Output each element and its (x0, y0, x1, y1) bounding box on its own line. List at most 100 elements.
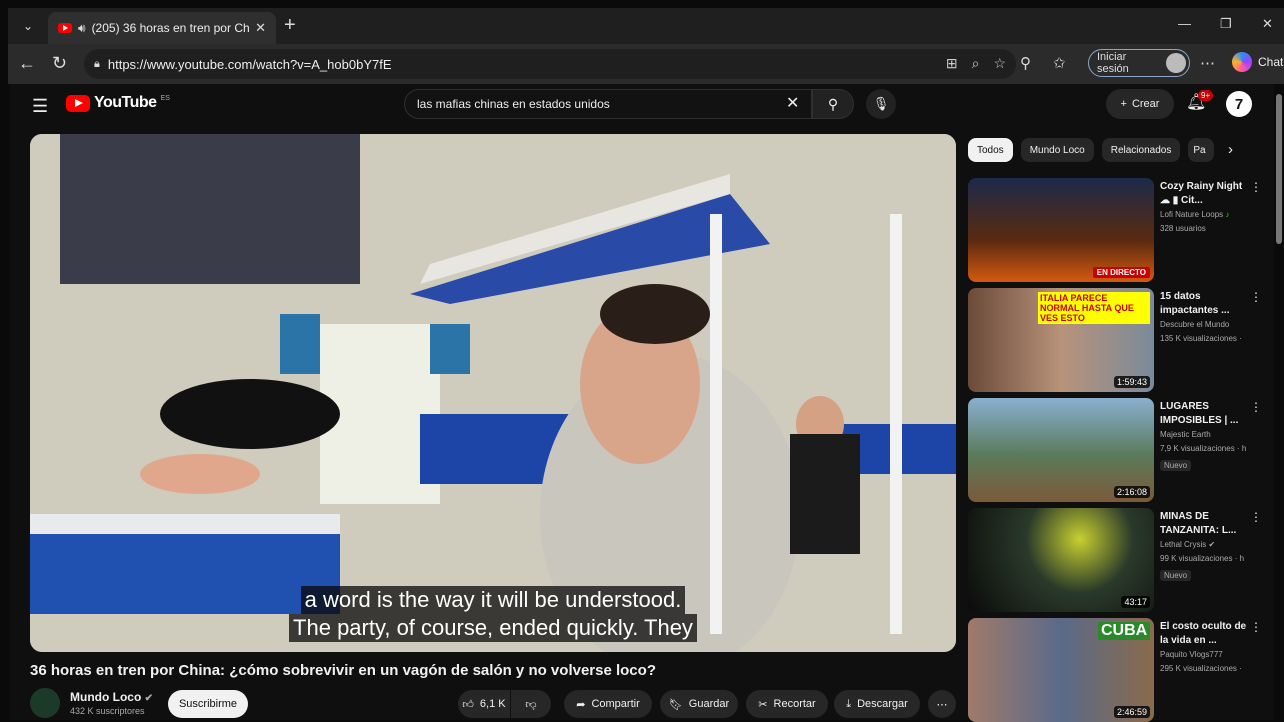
recommendation-title: 15 datos impactantes ... (1160, 291, 1230, 316)
recommendation-meta: 135 K visualizaciones · (1160, 334, 1242, 343)
chip-pa[interactable]: Pa (1188, 138, 1215, 162)
address-toolbar: ← ↻ 🔒︎ https://www.youtube.com/watch?v=A… (8, 44, 1284, 84)
chat-label: Chat (1258, 55, 1284, 69)
favorite-star-icon[interactable]: ☆ (993, 55, 1006, 72)
refresh-icon[interactable]: ↻ (52, 52, 67, 74)
back-icon[interactable]: ← (18, 52, 36, 74)
youtube-logo[interactable]: YouTube ES (66, 94, 170, 112)
window-close-icon[interactable]: ✕ (1262, 16, 1273, 32)
channel-subscribers: 432 K suscriptores (70, 706, 145, 716)
maximize-icon[interactable]: ❐ (1220, 16, 1232, 32)
share-icon: ➦ (576, 698, 586, 711)
favorites-icon[interactable]: ✩ (1053, 54, 1066, 72)
search-button[interactable]: ⚲ (812, 89, 854, 119)
thumbnail-caption: CUBA (1098, 622, 1151, 640)
recommendation-item[interactable]: 2:16:08 LUGARES IMPOSIBLES | ... Majesti… (968, 398, 1262, 502)
voice-search-icon[interactable]: 🎙︎ (866, 89, 896, 119)
chevron-right-icon[interactable]: › (1228, 141, 1233, 158)
chip-todos[interactable]: Todos (968, 138, 1013, 162)
tab-bar: ⌄ 🔊︎ (205) 36 horas en tren por Ch ✕ + —… (8, 8, 1284, 44)
more-actions-icon[interactable]: ⋯ (928, 690, 956, 718)
save-button[interactable]: 🔖︎ Guardar (660, 690, 738, 718)
recommendation-item[interactable]: EN DIRECTO Cozy Rainy Night ☁ ▮ Cit... L… (968, 178, 1262, 282)
recommendation-item[interactable]: CUBA 2:46:59 El costo oculto de la vida … (968, 618, 1262, 722)
bookmark-icon: 🔖︎ (668, 698, 683, 711)
recommendation-channel: Majestic Earth (1160, 430, 1211, 439)
recommendation-meta: 7,9 K visualizaciones · h (1160, 444, 1247, 453)
youtube-logo-icon (66, 94, 90, 112)
music-note-icon: ♪ (1225, 210, 1230, 219)
duration-badge: 2:46:59 (1113, 706, 1150, 718)
tab-title: (205) 36 horas en tren por Ch (91, 21, 250, 35)
chip-mundo-loco[interactable]: Mundo Loco (1020, 138, 1094, 162)
channel-name[interactable]: Mundo Loco ✔ (70, 690, 153, 704)
plus-icon: + (1120, 98, 1127, 110)
more-vert-icon[interactable]: ⋮ (1250, 400, 1262, 414)
subscribe-button[interactable]: Suscribirme (168, 690, 248, 718)
recommendation-title: LUGARES IMPOSIBLES | ... (1160, 401, 1239, 426)
create-button[interactable]: + Crear (1106, 89, 1174, 119)
video-title: 36 horas en tren por China: ¿cómo sobrev… (30, 662, 656, 679)
menu-icon[interactable]: ☰ (32, 96, 48, 117)
notifications-badge: 9+ (1198, 90, 1214, 101)
video-thumbnail: EN DIRECTO (968, 178, 1154, 282)
subtitle-line-2: The party, of course, ended quickly. The… (289, 614, 697, 642)
chip-relacionados[interactable]: Relacionados (1101, 138, 1181, 162)
youtube-page: ☰ YouTube ES las mafias chinas en estado… (10, 84, 1282, 722)
profile-avatar-icon (1166, 53, 1186, 73)
logo-text: YouTube (94, 94, 157, 111)
tab-youtube[interactable]: 🔊︎ (205) 36 horas en tren por Ch ✕ (48, 12, 276, 44)
more-vert-icon[interactable]: ⋮ (1250, 180, 1262, 194)
clip-button[interactable]: ✂ Recortar (746, 690, 828, 718)
zoom-icon[interactable]: ⌕ (972, 55, 980, 72)
save-label: Guardar (688, 698, 730, 710)
dislike-button[interactable]: 👎︎ (511, 690, 551, 718)
subtitles: a word is the way it will be understood.… (30, 586, 956, 642)
thumbnail-caption: ITALIA PARECE NORMAL HASTA QUE VES ESTO (1038, 292, 1150, 324)
verified-icon: ✔ (144, 693, 154, 704)
app-icon[interactable]: ⊞ (946, 55, 958, 72)
download-button[interactable]: ⤓ Descargar (834, 690, 920, 718)
search-icon: ⚲ (827, 95, 839, 112)
clear-search-icon[interactable]: ✕ (786, 93, 799, 113)
signin-button[interactable]: Iniciar sesión (1088, 49, 1190, 77)
minimize-icon[interactable]: — (1178, 16, 1191, 31)
close-icon[interactable]: ✕ (255, 20, 266, 36)
copilot-chat-button[interactable]: Chat (1232, 52, 1283, 72)
address-bar[interactable]: 🔒︎ https://www.youtube.com/watch?v=A_hob… (84, 49, 1016, 79)
search-value: las mafias chinas en estados unidos (417, 97, 610, 111)
account-avatar[interactable]: 7 (1226, 91, 1252, 117)
more-vert-icon[interactable]: ⋮ (1250, 620, 1262, 634)
scissors-icon: ✂ (758, 698, 768, 711)
extensions-icon[interactable]: ⚲ (1020, 54, 1031, 72)
like-button[interactable]: 👍︎ 6,1 K (458, 690, 510, 718)
download-label: Descargar (857, 698, 908, 710)
new-badge: Nuevo (1160, 460, 1192, 471)
share-button[interactable]: ➦ Compartir (564, 690, 652, 718)
video-thumbnail: ITALIA PARECE NORMAL HASTA QUE VES ESTO … (968, 288, 1154, 392)
thumbs-down-icon: 👎︎ (525, 698, 537, 711)
recommendation-title: El costo oculto de la vida en ... (1160, 621, 1247, 646)
more-menu-icon[interactable]: ⋯ (1200, 54, 1215, 72)
recommendation-meta: 328 usuarios (1160, 224, 1206, 233)
recommendation-item[interactable]: ITALIA PARECE NORMAL HASTA QUE VES ESTO … (968, 288, 1262, 392)
recommendation-meta: 99 K visualizaciones · h (1160, 554, 1245, 563)
speaker-icon[interactable]: 🔊︎ (78, 21, 86, 36)
recommendation-item[interactable]: 43:17 MINAS DE TANZANITA: L... Lethal Cr… (968, 508, 1262, 612)
verified-icon: ✔ (1208, 540, 1216, 549)
logo-region: ES (160, 94, 170, 102)
video-player[interactable]: a word is the way it will be understood.… (30, 134, 956, 652)
more-vert-icon[interactable]: ⋮ (1250, 290, 1262, 304)
new-badge: Nuevo (1160, 570, 1192, 581)
recommendation-channel: Paquito Vlogs777 (1160, 650, 1223, 659)
new-tab-icon[interactable]: + (284, 14, 296, 36)
tab-list-icon[interactable]: ⌄ (16, 14, 40, 38)
channel-avatar[interactable] (30, 688, 60, 718)
more-vert-icon[interactable]: ⋮ (1250, 510, 1262, 524)
duration-badge: 2:16:08 (1113, 486, 1150, 498)
clip-label: Recortar (773, 698, 816, 710)
duration-badge: 43:17 (1121, 596, 1150, 608)
signin-label: Iniciar sesión (1097, 51, 1129, 75)
search-input[interactable]: las mafias chinas en estados unidos (404, 89, 812, 119)
page-scrollbar[interactable] (1276, 94, 1282, 244)
